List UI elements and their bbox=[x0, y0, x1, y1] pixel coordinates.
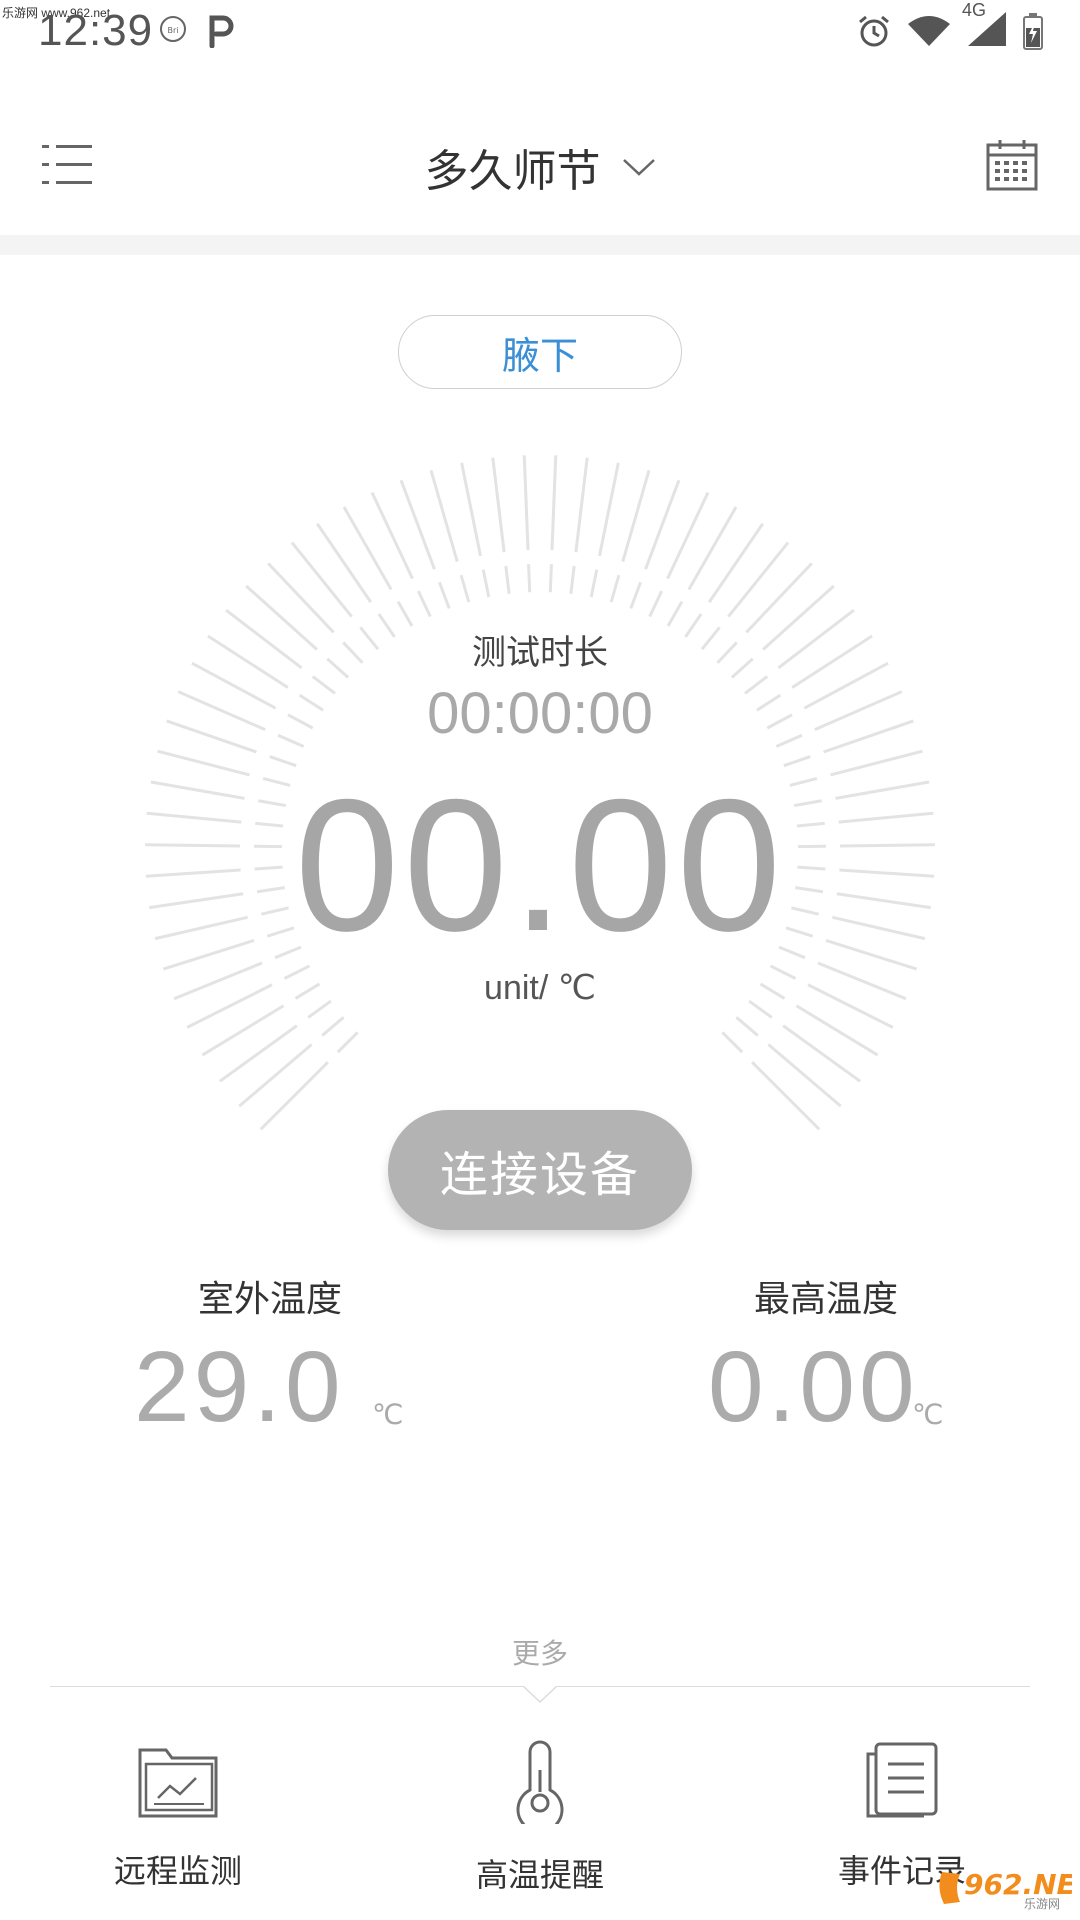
dial-tick bbox=[201, 1004, 285, 1057]
dial-tick bbox=[767, 1043, 842, 1108]
temperature-reading: 00.00 bbox=[294, 760, 786, 970]
dial-tick bbox=[290, 541, 353, 618]
dial-tick-inner bbox=[648, 590, 663, 618]
dial-tick bbox=[342, 506, 393, 591]
dial-tick bbox=[491, 457, 506, 553]
dial-tick bbox=[460, 462, 482, 557]
dial-tick-inner bbox=[609, 574, 621, 603]
temperature-unit: unit/ ℃ bbox=[484, 969, 596, 1007]
max-temp-value: 0.00 bbox=[708, 1331, 919, 1443]
dial-tick bbox=[218, 1024, 298, 1083]
nav-high-temp-alert[interactable]: 高温提醒 bbox=[420, 1740, 660, 1896]
dial-tick bbox=[621, 469, 651, 563]
network-type-label: 4G bbox=[962, 0, 987, 20]
dial-tick bbox=[751, 1061, 821, 1131]
dial-tick bbox=[259, 1061, 329, 1131]
chevron-down-icon bbox=[622, 159, 655, 176]
status-icons: 4G bbox=[856, 0, 1044, 52]
dial-tick bbox=[727, 541, 790, 618]
dial-tick-inner bbox=[666, 600, 684, 627]
site-watermark-logo: 962.NET 乐游网 bbox=[932, 1862, 1080, 1912]
app-notification-icon: Bri bbox=[160, 16, 186, 42]
dial-tick bbox=[687, 506, 738, 591]
dial-tick-inner bbox=[589, 569, 599, 598]
duration-value: 00:00:00 bbox=[427, 681, 653, 746]
parking-app-icon bbox=[209, 15, 234, 48]
dial-tick-inner bbox=[783, 755, 811, 768]
dial-tick bbox=[522, 455, 530, 551]
status-time: 12:39 bbox=[38, 6, 154, 55]
chart-folder-icon bbox=[138, 1748, 218, 1818]
dial-tick-inner bbox=[321, 1016, 345, 1037]
dial-tick-inner bbox=[417, 590, 432, 618]
watermark-logo-subtext: 乐游网 bbox=[1024, 1897, 1060, 1911]
dial-tick-inner bbox=[527, 564, 532, 593]
dial-tick-inner bbox=[721, 1031, 744, 1054]
dial-tick-inner bbox=[481, 569, 491, 598]
dial-tick-inner bbox=[735, 1016, 759, 1037]
dial-tick-inner bbox=[336, 1031, 359, 1054]
dial-tick bbox=[238, 1043, 313, 1108]
dial-tick bbox=[666, 491, 710, 580]
header: 多久师节 bbox=[0, 95, 1080, 235]
dial-tick bbox=[550, 455, 558, 551]
dial-tick bbox=[598, 462, 620, 557]
dial-tick bbox=[707, 522, 764, 604]
duration-label: 测试时长 bbox=[472, 633, 608, 673]
dial-tick-inner bbox=[629, 581, 642, 610]
calendar-icon[interactable] bbox=[986, 139, 1038, 191]
svg-text:Bri: Bri bbox=[168, 26, 179, 35]
measure-location-button[interactable]: 腋下 bbox=[398, 315, 682, 389]
thermometer-icon bbox=[516, 1740, 564, 1824]
dial-tick bbox=[370, 491, 414, 580]
outdoor-temp-value: 29.0 bbox=[134, 1331, 345, 1443]
max-temp-unit: ℃ bbox=[912, 1398, 944, 1431]
document-list-icon bbox=[866, 1742, 938, 1818]
dial-tick-inner bbox=[569, 565, 576, 595]
nav-remote-monitor[interactable]: 远程监测 bbox=[58, 1740, 298, 1892]
nav-label: 远程监测 bbox=[113, 1852, 242, 1890]
max-temp-label: 最高温度 bbox=[754, 1279, 899, 1320]
dial-tick-inner bbox=[396, 600, 414, 627]
more-toggle[interactable]: 更多 bbox=[0, 1632, 1080, 1672]
dial-tick bbox=[316, 522, 373, 604]
dial-tick-inner bbox=[548, 564, 553, 593]
caret-down-icon bbox=[523, 1686, 557, 1704]
alarm-icon bbox=[859, 15, 889, 47]
dial-tick-inner bbox=[269, 755, 297, 768]
dial-tick bbox=[745, 562, 813, 634]
connect-device-button[interactable]: 连接设备 bbox=[388, 1110, 692, 1230]
dial-tick bbox=[644, 479, 681, 570]
dial-tick bbox=[267, 562, 335, 634]
nav-label: 高温提醒 bbox=[475, 1856, 604, 1894]
dial-tick bbox=[399, 479, 436, 570]
battery-charging-icon bbox=[1023, 13, 1043, 50]
dial-tick bbox=[429, 469, 459, 563]
dial-tick bbox=[795, 1004, 879, 1057]
dial-tick-inner bbox=[504, 565, 511, 595]
wifi-icon bbox=[908, 16, 950, 46]
outdoor-temp-unit: ℃ bbox=[372, 1398, 404, 1431]
outdoor-temp-label: 室外温度 bbox=[198, 1279, 343, 1320]
dial-tick bbox=[782, 1024, 862, 1083]
page-title: 多久师节 bbox=[424, 146, 601, 197]
title-selector[interactable]: 多久师节 bbox=[0, 135, 1080, 199]
header-divider bbox=[0, 235, 1080, 255]
dial-tick bbox=[574, 457, 589, 553]
dial-tick-inner bbox=[459, 574, 471, 603]
dial-tick-inner bbox=[438, 581, 451, 610]
